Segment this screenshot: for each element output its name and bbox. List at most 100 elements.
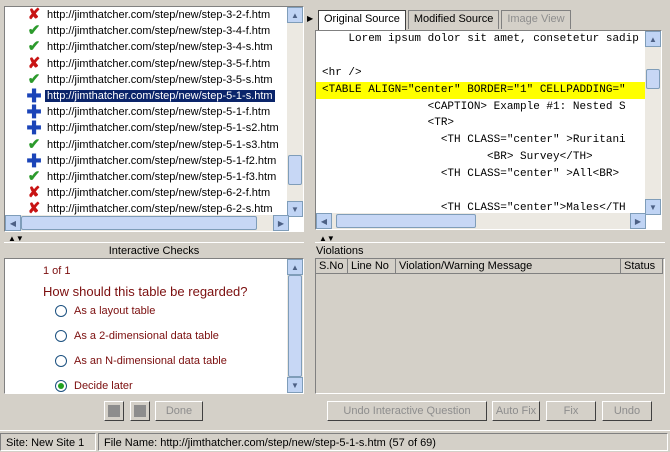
radio-button[interactable] [55, 380, 67, 392]
auto-fix-button[interactable]: Auto Fix [492, 401, 540, 421]
scroll-up-icon[interactable]: ▲ [287, 7, 303, 23]
column-header[interactable]: Status [621, 259, 663, 274]
file-url: http://jimthatcher.com/step/new/step-6-2… [47, 187, 271, 200]
scroll-down-icon[interactable]: ▼ [645, 199, 661, 215]
scroll-down-icon[interactable]: ▼ [287, 201, 303, 217]
prev-question-button[interactable] [104, 401, 124, 421]
file-url: http://jimthatcher.com/step/new/step-5-1… [47, 122, 279, 135]
hscroll-thumb[interactable] [21, 216, 257, 230]
status-site: Site: New Site 1 [0, 432, 96, 451]
question-text: How should this table be regarded? [43, 284, 248, 299]
source-line[interactable] [316, 48, 646, 65]
file-url: http://jimthatcher.com/step/new/step-3-4… [47, 41, 273, 54]
scroll-right-icon[interactable]: ▶ [630, 213, 646, 229]
source-tabs: Original Source Modified Source Image View [318, 10, 573, 30]
source-line[interactable]: <CAPTION> Example #1: Nested S [316, 99, 646, 116]
radio-button[interactable] [55, 330, 67, 342]
prev-square-icon [108, 405, 120, 417]
source-line[interactable]: Lorem ipsum dolor sit amet, consetetur s… [316, 31, 646, 48]
file-url: http://jimthatcher.com/step/new/step-5-1… [47, 106, 271, 119]
file-url: http://jimthatcher.com/step/new/step-3-5… [47, 73, 273, 86]
scroll-left-icon[interactable]: ◀ [316, 213, 332, 229]
checks-vscroll[interactable]: ▲ ▼ [287, 259, 303, 393]
file-list-item[interactable]: ✔ http://jimthatcher.com/step/new/step-3-… [5, 39, 289, 55]
blue-plus-icon: ✚ [26, 118, 42, 139]
red-x-icon: ✘ [27, 184, 41, 202]
source-vscroll[interactable]: ▲ ▼ [645, 31, 661, 215]
file-list-item[interactable]: ✚ http://jimthatcher.com/step/new/step-5-… [5, 102, 289, 123]
answer-option[interactable]: As an N-dimensional data table [55, 355, 227, 367]
source-line[interactable] [316, 183, 646, 200]
file-list-item[interactable]: ✚ http://jimthatcher.com/step/new/step-5-… [5, 87, 289, 105]
scroll-up-icon[interactable]: ▲ [287, 259, 303, 275]
green-check-icon: ✔ [27, 22, 41, 40]
green-check-icon: ✔ [27, 135, 41, 153]
status-bar: Site: New Site 1 File Name: http://jimth… [0, 430, 670, 452]
column-header[interactable]: Line No [348, 259, 396, 274]
interactive-checks-content: 1 of 1 How should this table be regarded… [5, 259, 289, 393]
answer-option[interactable]: As a layout table [55, 305, 155, 317]
blue-plus-icon: ✚ [26, 102, 42, 123]
answer-option[interactable]: As a 2-dimensional data table [55, 330, 219, 342]
column-header[interactable]: Violation/Warning Message [396, 259, 621, 274]
file-list-item[interactable]: ✔ http://jimthatcher.com/step/new/step-5-… [5, 137, 289, 153]
next-question-button[interactable] [130, 401, 150, 421]
scroll-thumb[interactable] [288, 275, 302, 377]
file-list[interactable]: ✘ http://jimthatcher.com/step/new/step-3-… [5, 7, 289, 217]
undo-interactive-question-button[interactable]: Undo Interactive Question [327, 401, 487, 421]
answer-option-label: As an N-dimensional data table [74, 355, 227, 367]
red-x-icon: ✘ [27, 7, 41, 24]
file-list-vscroll[interactable]: ▲ ▼ [287, 7, 303, 217]
red-x-icon: ✘ [27, 54, 41, 72]
scroll-down-icon[interactable]: ▼ [287, 377, 303, 393]
file-list-item[interactable]: ✘ http://jimthatcher.com/step/new/step-6-… [5, 185, 289, 201]
source-view: Lorem ipsum dolor sit amet, consetetur s… [315, 30, 662, 230]
done-button[interactable]: Done [155, 401, 203, 421]
green-check-icon: ✔ [27, 167, 41, 185]
tab-image-view: Image View [501, 10, 571, 29]
scroll-thumb[interactable] [646, 69, 660, 89]
violations-table-header: S.No Line No Violation/Warning Message Stat… [316, 259, 663, 274]
file-url: http://jimthatcher.com/step/new/step-5-1… [47, 170, 277, 183]
file-list-item[interactable]: ✚ http://jimthatcher.com/step/new/step-5-… [5, 152, 289, 170]
file-list-panel: ✘ http://jimthatcher.com/step/new/step-3-… [4, 6, 304, 232]
file-list-item[interactable]: ✔ http://jimthatcher.com/step/new/step-3-… [5, 23, 289, 39]
source-line[interactable]: <hr /> [316, 65, 646, 82]
answer-option-label: As a layout table [74, 305, 156, 317]
radio-button[interactable] [55, 305, 67, 317]
tab-original-source[interactable]: Original Source [318, 10, 406, 30]
question-counter: 1 of 1 [43, 265, 71, 277]
fix-button[interactable]: Fix [546, 401, 596, 421]
file-list-item[interactable]: ✚ http://jimthatcher.com/step/new/step-5-… [5, 118, 289, 139]
file-url: http://jimthatcher.com/step/new/step-5-1… [47, 138, 279, 151]
scroll-thumb[interactable] [288, 155, 302, 185]
source-line[interactable]: <TR> [316, 115, 646, 132]
file-list-hscroll[interactable]: ◀ ▶ [5, 215, 289, 231]
violations-title: Violations [315, 242, 665, 259]
file-url: http://jimthatcher.com/step/new/step-5-1… [45, 90, 275, 103]
green-check-icon: ✔ [27, 70, 41, 88]
source-line[interactable]: <TABLE ALIGN="center" BORDER="1" CELLPAD… [316, 81, 646, 99]
tab-modified-source[interactable]: Modified Source [407, 10, 500, 29]
file-list-item[interactable]: ✔ http://jimthatcher.com/step/new/step-5-… [5, 169, 289, 185]
scroll-left-icon[interactable]: ◀ [5, 215, 21, 231]
column-header[interactable]: S.No [316, 259, 348, 274]
answer-option[interactable]: Decide later [55, 380, 133, 392]
interactive-checks-panel: 1 of 1 How should this table be regarded… [4, 258, 304, 394]
undo-button[interactable]: Undo [602, 401, 652, 421]
file-list-item[interactable]: ✔ http://jimthatcher.com/step/new/step-3-… [5, 72, 289, 88]
source-line[interactable]: <TH CLASS="center" >Ruritani [316, 132, 646, 149]
scroll-right-icon[interactable]: ▶ [273, 215, 289, 231]
file-url: http://jimthatcher.com/step/new/step-6-2… [47, 203, 273, 216]
hscroll-thumb[interactable] [336, 214, 476, 228]
source-line[interactable]: <BR> Survey</TH> [316, 149, 646, 166]
source-code[interactable]: Lorem ipsum dolor sit amet, consetetur s… [316, 31, 646, 215]
scroll-up-icon[interactable]: ▲ [645, 31, 661, 47]
splitter-right-icon[interactable]: ▶ [307, 14, 313, 23]
file-list-item[interactable]: ✘ http://jimthatcher.com/step/new/step-3-… [5, 56, 289, 72]
source-line[interactable]: <TH CLASS="center" >All<BR> [316, 166, 646, 183]
radio-button[interactable] [55, 355, 67, 367]
file-list-item[interactable]: ✘ http://jimthatcher.com/step/new/step-3-… [5, 7, 289, 23]
source-hscroll[interactable]: ◀ ▶ [316, 213, 646, 229]
violations-panel: S.No Line No Violation/Warning Message Stat… [315, 258, 665, 394]
